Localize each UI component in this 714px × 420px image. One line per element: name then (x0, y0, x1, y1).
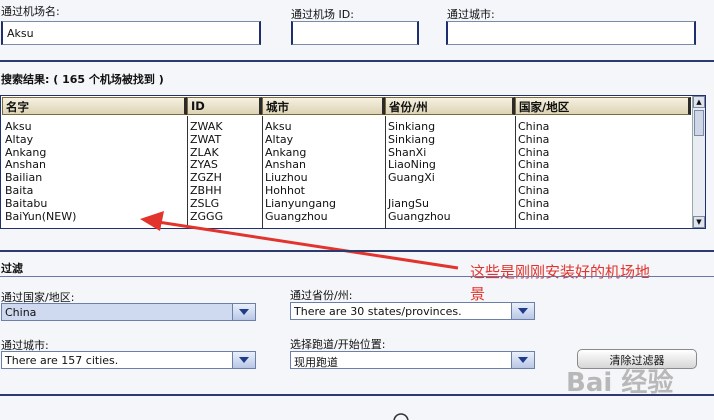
runway-label: 选择跑道/开始位置: (290, 338, 386, 351)
divider-middle (0, 250, 714, 252)
info-icon (393, 413, 409, 420)
city-select[interactable]: There are 157 cities. (1, 351, 256, 369)
filter-title: 过滤 (1, 262, 23, 275)
city-select-value: There are 157 cities. (5, 354, 119, 367)
province-filter-label: 通过省份/州: (290, 289, 353, 302)
chevron-down-icon[interactable] (232, 304, 255, 320)
watermark-logo: Bai 经验 (566, 362, 673, 399)
annotation-text-line2: 景 (470, 285, 486, 303)
province-select-value: There are 30 states/provinces. (294, 305, 462, 318)
country-select[interactable]: China (1, 303, 256, 321)
country-select-value: China (5, 306, 37, 319)
chevron-down-icon[interactable] (511, 303, 534, 319)
runway-select[interactable]: 现用跑道 (290, 351, 535, 369)
annotation-text-line1: 这些是刚刚安装好的机场地 (470, 263, 651, 281)
province-select[interactable]: There are 30 states/provinces. (290, 302, 535, 320)
divider-filter (0, 276, 714, 277)
watermark-text: Bai 经验 (566, 368, 674, 398)
chevron-down-icon[interactable] (511, 352, 534, 368)
chevron-down-icon[interactable] (232, 352, 255, 368)
runway-select-value: 现用跑道 (294, 356, 338, 369)
